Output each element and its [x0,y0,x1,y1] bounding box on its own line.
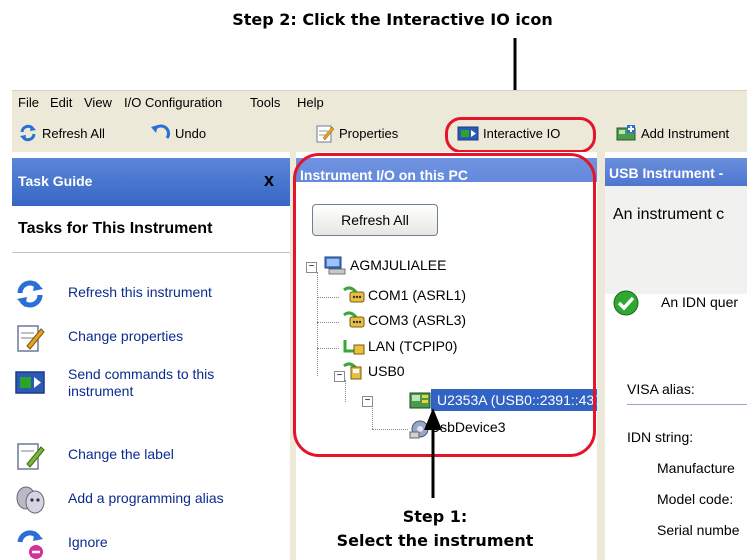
step1-callout-line2: Select the instrument [336,531,534,550]
interactive-io-icon [15,371,45,394]
task-label: Add a programming alias [68,490,224,506]
toolbar: Refresh All Undo Properties Interactive … [12,114,747,153]
task-label: Send commands to this instrument [68,366,215,399]
refresh-icon [20,124,36,142]
properties-icon [17,325,45,352]
menu-view[interactable]: View [84,95,112,110]
model-code-label: Model code: [657,491,734,507]
idn-string-label: IDN string: [627,429,694,445]
add-instrument-button[interactable]: Add Instrument [615,123,729,143]
menu-bar: File Edit View I/O Configuration Tools H… [12,90,747,115]
menu-io-configuration[interactable]: I/O Configuration [124,95,222,110]
task-guide-title: Task Guide [18,173,93,189]
idn-query-message: An IDN quer [661,294,739,310]
undo-icon [151,124,170,139]
properties-label: Properties [339,125,399,141]
task-label: Change properties [68,328,184,344]
instrument-detail-panel: USB Instrument - An instrument c An IDN … [605,152,747,560]
add-instrument-icon [616,125,636,141]
ignore-icon [17,530,43,559]
properties-button[interactable]: Properties [315,123,398,143]
task-guide-divider [12,252,290,253]
task-label: Ignore [68,534,108,550]
menu-file[interactable]: File [18,95,39,110]
manufacturer-label: Manufacture [657,460,735,476]
detail-description-band [605,186,747,294]
interactive-io-highlight [445,117,596,153]
task-label: Change the label [68,446,174,462]
detail-divider [627,404,747,405]
menu-edit[interactable]: Edit [50,95,72,110]
panel-splitter[interactable] [597,152,605,560]
step1-arrow [424,408,442,498]
refresh-icon [17,280,43,308]
task-guide-subtitle: Tasks for This Instrument [18,220,213,237]
masks-icon [16,486,45,514]
close-icon[interactable]: x [264,170,274,191]
add-instrument-label: Add Instrument [641,125,730,141]
task-guide-panel: Task Guide x Tasks for This Instrument R… [12,152,290,560]
check-icon [613,290,639,316]
detail-description: An instrument c [613,206,725,223]
task-guide-header: Task Guide x [12,158,290,206]
menu-tools[interactable]: Tools [250,95,280,110]
undo-label: Undo [175,125,207,141]
serial-number-label: Serial numbe [657,522,740,538]
detail-title: USB Instrument - [609,165,724,181]
edit-label-icon [17,443,45,470]
menu-help[interactable]: Help [297,95,324,110]
visa-alias-label: VISA alias: [627,381,695,397]
properties-icon [316,125,335,143]
step1-callout-line1: Step 1: [402,507,468,526]
step2-callout: Step 2: Click the Interactive IO icon [232,10,553,29]
refresh-all-toolbar-button[interactable]: Refresh All [18,123,105,143]
task-label: Refresh this instrument [68,284,212,300]
refresh-all-label: Refresh All [42,125,105,141]
detail-header: USB Instrument - [605,158,747,186]
undo-button[interactable]: Undo [149,123,206,143]
